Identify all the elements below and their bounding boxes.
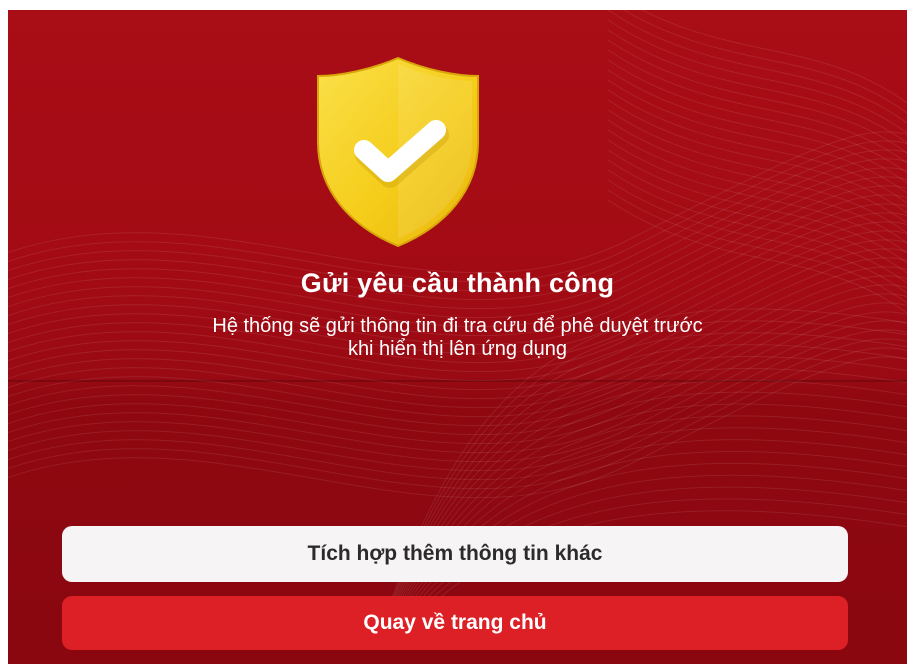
- shield-check-icon: [317, 56, 479, 248]
- success-message-line-2: khi hiển thị lên ứng dụng: [347, 338, 568, 360]
- success-title: Gửi yêu cầu thành công: [300, 268, 615, 298]
- back-to-home-button[interactable]: Quay về trang chủ: [62, 596, 848, 650]
- section-divider: [8, 380, 907, 382]
- success-message-line-1: Hệ thống sẽ gửi thông tin đi tra cứu để …: [212, 315, 703, 337]
- integrate-more-info-button[interactable]: Tích hợp thêm thông tin khác: [62, 526, 848, 582]
- success-screen: Gửi yêu cầu thành công Hệ thống sẽ gửi t…: [8, 10, 907, 664]
- success-message: Hệ thống sẽ gửi thông tin đi tra cứu để …: [8, 315, 907, 361]
